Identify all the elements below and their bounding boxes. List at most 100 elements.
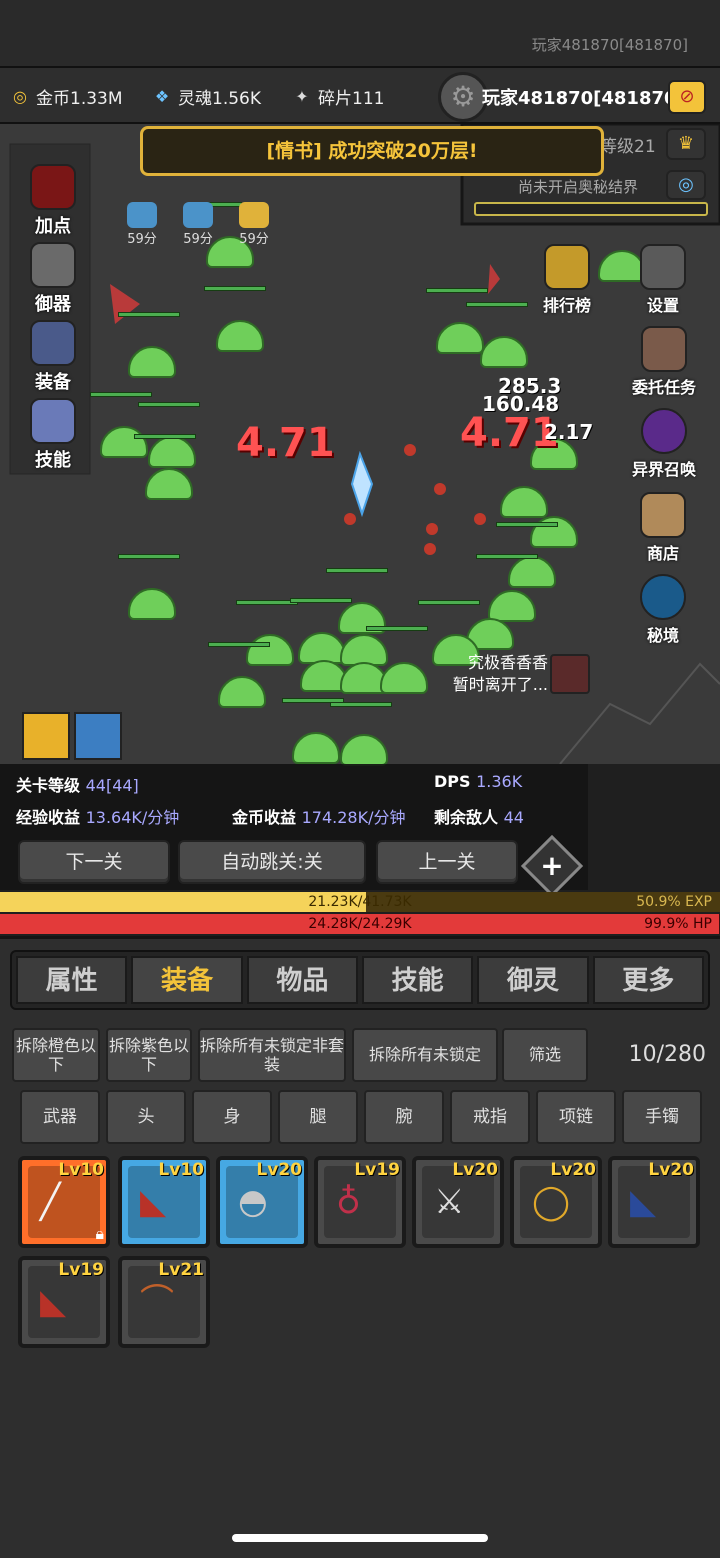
tab-bar: 属性 装备 物品 技能 御灵 更多 — [10, 950, 710, 1010]
player-name[interactable]: 玩家481870[481870] — [482, 84, 685, 110]
shield-icon — [30, 320, 76, 366]
inventory-capacity: 10/280 — [628, 1042, 706, 1067]
shard-resource: ✦ 碎片111 — [290, 84, 385, 110]
enemy-hp-bar — [236, 600, 298, 605]
boots-icon: ◣ — [630, 1182, 657, 1222]
hp-text: 24.28K/24.29K — [308, 916, 412, 932]
trophy-icon — [544, 244, 590, 290]
filter-ring[interactable]: 戒指 — [450, 1090, 530, 1144]
soul-boost-icon — [183, 202, 213, 228]
menu-leaderboard[interactable]: 排行榜 — [532, 244, 602, 316]
enemy-hp-bar — [134, 434, 196, 439]
soul-icon: ❖ — [154, 86, 170, 106]
battle-field: 4.71 4.71 285.3 160.48 2.17 究极香香香 暂时离开了.… — [0, 124, 720, 766]
damage-number: 2.17 — [544, 420, 594, 444]
filter-button[interactable]: 筛选 — [502, 1028, 588, 1082]
enemy-hp-bar — [326, 568, 388, 573]
sword-icon: ⚔ — [434, 1182, 465, 1222]
buff-timer: 59分 — [120, 202, 164, 247]
soul-resource: ❖ 灵魂1.56K — [150, 84, 261, 110]
equipment-item[interactable]: ◣ Lv20 — [608, 1156, 700, 1248]
tab-more[interactable]: 更多 — [592, 956, 704, 1004]
equipment-item[interactable]: ⚔ Lv20 — [412, 1156, 504, 1248]
filter-weapon[interactable]: 武器 — [20, 1090, 100, 1144]
level-badge: 等级21 — [600, 137, 656, 157]
chat-player-name: 究极香香香 — [467, 653, 548, 672]
realm-status: 尚未开启奥秘结界 — [518, 178, 639, 196]
gear-icon — [640, 244, 686, 290]
gold-coin-icon: ◎ — [13, 86, 27, 106]
filter-body[interactable]: 身 — [192, 1090, 272, 1144]
chat-avatar — [550, 654, 590, 694]
equipment-item[interactable]: ⌒ Lv21 — [118, 1256, 210, 1348]
equipment-item[interactable]: ◣ Lv19 — [18, 1256, 110, 1348]
next-stage-button[interactable]: 下一关 — [18, 840, 170, 884]
menu-artifact[interactable]: 御器 — [22, 242, 84, 316]
menu-quests[interactable]: 委托任务 — [626, 326, 702, 398]
enemy-hp-bar — [208, 642, 270, 647]
menu-summon[interactable]: 异界召唤 — [626, 408, 702, 480]
tab-items[interactable]: 物品 — [246, 956, 358, 1004]
secret-realm-icon — [640, 574, 686, 620]
menu-skills[interactable]: 技能 — [22, 398, 84, 472]
filter-head[interactable]: 头 — [106, 1090, 186, 1144]
buff-row: 59分 59分 59分 — [120, 202, 276, 247]
lock-icon: 🔒︎ — [95, 1224, 104, 1243]
menu-add-points[interactable]: 加点 — [22, 164, 84, 238]
filter-wrist[interactable]: 腕 — [364, 1090, 444, 1144]
gear-icon[interactable]: ⚙ — [438, 72, 488, 122]
equipment-item[interactable]: ◓ Lv20 — [216, 1156, 308, 1248]
menu-shop[interactable]: 商店 — [632, 492, 694, 564]
quest-icon — [641, 326, 687, 372]
menu-secret-realm[interactable]: 秘境 — [632, 574, 694, 646]
stage-stats-panel: 关卡等级 44[44] DPS 1.36K 经验收益 13.64K/分钟 金币收… — [0, 764, 588, 898]
top-status-bar: 玩家481870[481870] — [0, 0, 720, 66]
chat-message: 究极香香香 暂时离开了... — [440, 652, 548, 696]
enemy-hp-bar — [476, 554, 538, 559]
filter-bracelet[interactable]: 手镯 — [622, 1090, 702, 1144]
dismantle-below-purple-button[interactable]: 拆除紫色以下 — [106, 1028, 192, 1082]
boots-icon: ◣ — [140, 1182, 167, 1222]
menu-settings[interactable]: 设置 — [632, 244, 694, 316]
damage-number: 160.48 — [482, 392, 560, 416]
soul-boost-icon — [127, 202, 157, 228]
necklace-icon: ♁ — [336, 1182, 361, 1222]
tab-spirits[interactable]: 御灵 — [477, 956, 589, 1004]
realm-icon[interactable]: ◎ — [666, 170, 706, 200]
no-ads-icon[interactable]: ⊘ — [668, 80, 706, 114]
exp-percent: 50.9% EXP — [636, 894, 712, 910]
skill-slot-2-icon[interactable] — [74, 712, 122, 760]
gold-rate: 金币收益 174.28K/分钟 — [232, 808, 406, 827]
equipment-item[interactable]: ◣ Lv10 — [118, 1156, 210, 1248]
shard-amount: 碎片111 — [318, 89, 385, 109]
menu-equipment[interactable]: 装备 — [22, 320, 84, 394]
remaining-enemies: 剩余敌人 44 — [434, 808, 524, 827]
auto-skip-button[interactable]: 自动跳关:关 — [178, 840, 366, 884]
hp-percent: 99.9% HP — [644, 916, 712, 932]
enemy-hp-bar — [138, 402, 200, 407]
filter-legs[interactable]: 腿 — [278, 1090, 358, 1144]
player-id-label: 玩家481870[481870] — [531, 36, 688, 54]
tab-equipment[interactable]: 装备 — [131, 956, 243, 1004]
home-indicator[interactable] — [232, 1534, 488, 1542]
dismantle-below-orange-button[interactable]: 拆除橙色以下 — [12, 1028, 100, 1082]
dismantle-all-unlocked-button[interactable]: 拆除所有未锁定 — [352, 1028, 498, 1082]
announcement-banner: [情书] 成功突破20万层! — [140, 126, 604, 176]
equipment-item[interactable]: ♁ Lv19 — [314, 1156, 406, 1248]
tab-skills[interactable]: 技能 — [361, 956, 474, 1004]
equipment-item[interactable]: ╱ Lv10 🔒︎ — [18, 1156, 110, 1248]
tab-attributes[interactable]: 属性 — [16, 956, 128, 1004]
blood-drop-icon — [30, 164, 76, 210]
equipment-item[interactable]: ◯ Lv20 — [510, 1156, 602, 1248]
portal-icon — [641, 408, 687, 454]
gold-resource: ◎ 金币1.33M — [8, 84, 123, 110]
helmet-icon: ◓ — [238, 1182, 268, 1222]
filter-necklace[interactable]: 项链 — [536, 1090, 616, 1144]
crown-icon[interactable]: ♛ — [666, 128, 706, 160]
enemy-hp-bar — [90, 392, 152, 397]
skill-slot-1-icon[interactable] — [22, 712, 70, 760]
prev-stage-button[interactable]: 上一关 — [376, 840, 518, 884]
gold-boost-icon — [239, 202, 269, 228]
enemy-hp-bar — [426, 288, 488, 293]
dismantle-unlocked-nonset-button[interactable]: 拆除所有未锁定非套装 — [198, 1028, 346, 1082]
